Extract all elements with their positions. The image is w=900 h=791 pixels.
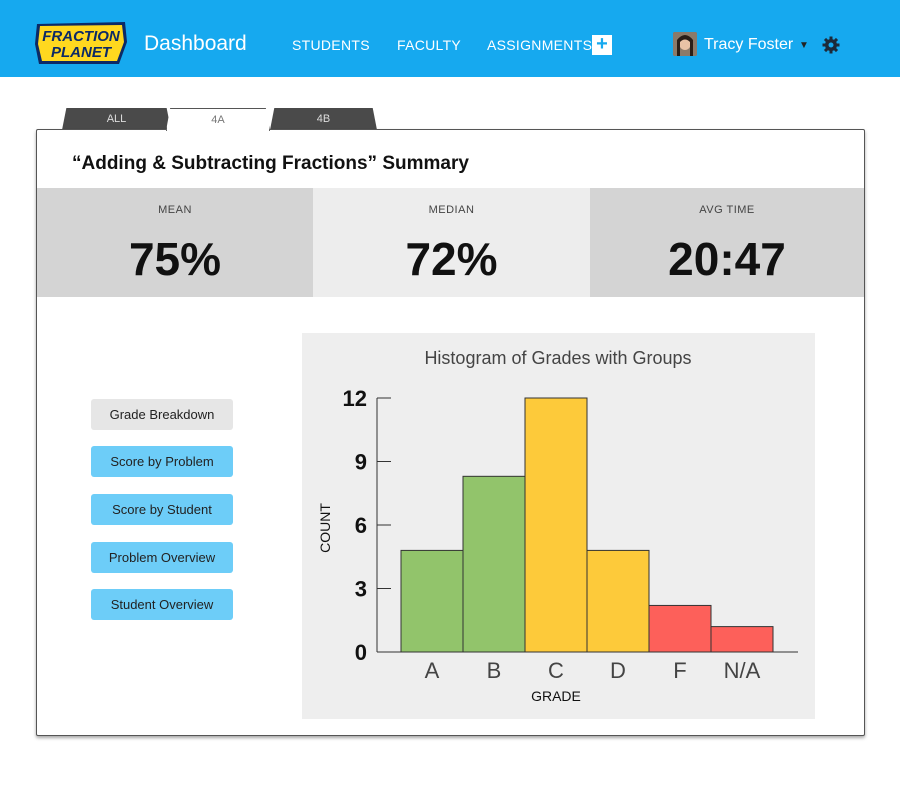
- histogram-bar: [648, 604, 712, 653]
- histogram-bar: [524, 397, 588, 653]
- summary-card: “Adding & Subtracting Fractions” Summary…: [36, 129, 865, 736]
- nav-faculty[interactable]: FACULTY: [397, 37, 461, 53]
- y-tick-label: 6: [355, 513, 367, 538]
- stat-median-value: 72%: [405, 233, 498, 285]
- summary-title: “Adding & Subtracting Fractions” Summary: [72, 153, 469, 174]
- logo-text-line1: FRACTION: [42, 28, 121, 45]
- page-title: Dashboard: [144, 32, 247, 55]
- x-tick-label: N/A: [724, 658, 761, 683]
- top-bar: FRACTION PLANET Dashboard STUDENTS FACUL…: [0, 0, 900, 77]
- caret-down-icon[interactable]: ▼: [799, 40, 809, 51]
- y-axis-label: COUNT: [317, 503, 333, 553]
- grade-breakdown-button[interactable]: Grade Breakdown: [91, 399, 233, 430]
- x-axis-label: GRADE: [531, 688, 581, 704]
- logo-text-line2: PLANET: [51, 44, 113, 61]
- stat-mean-label: MEAN: [158, 204, 192, 216]
- x-tick-label: C: [548, 658, 564, 683]
- problem-overview-button[interactable]: Problem Overview: [91, 542, 233, 573]
- histogram-bar: [586, 549, 650, 653]
- histogram-bar: [462, 475, 526, 653]
- tab-all[interactable]: ALL: [62, 108, 171, 130]
- y-tick-label: 9: [355, 450, 367, 475]
- stat-avg-time: AVG TIME 20:47: [590, 188, 864, 297]
- avatar-image: [673, 32, 697, 56]
- histogram-chart: Histogram of Grades with Groups GRADE CO…: [302, 333, 815, 719]
- stat-avg-time-label: AVG TIME: [699, 204, 755, 216]
- score-by-student-button[interactable]: Score by Student: [91, 494, 233, 525]
- x-tick-label: D: [610, 658, 626, 683]
- y-tick-label: 0: [355, 640, 367, 665]
- stat-median-label: MEDIAN: [428, 204, 475, 216]
- gear-icon[interactable]: [822, 36, 840, 54]
- student-overview-button[interactable]: Student Overview: [91, 589, 233, 620]
- histogram-bar: [710, 626, 774, 653]
- score-by-problem-button[interactable]: Score by Problem: [91, 446, 233, 477]
- stat-mean: MEAN 75%: [37, 188, 313, 297]
- stat-median: MEDIAN 72%: [313, 188, 590, 297]
- tab-4b[interactable]: 4B: [270, 108, 377, 130]
- plus-icon[interactable]: +: [592, 34, 612, 55]
- x-tick-label: A: [425, 658, 440, 683]
- x-tick-label: F: [673, 658, 686, 683]
- tab-4a[interactable]: 4A: [166, 108, 270, 131]
- avatar[interactable]: [673, 32, 697, 56]
- user-name[interactable]: Tracy Foster: [704, 36, 793, 54]
- stat-mean-value: 75%: [128, 233, 222, 285]
- y-tick-label: 12: [343, 386, 367, 411]
- nav-students[interactable]: STUDENTS: [292, 37, 370, 53]
- stat-avg-time-value: 20:47: [668, 233, 786, 285]
- y-tick-label: 3: [355, 577, 367, 602]
- x-tick-label: B: [487, 658, 502, 683]
- fraction-planet-logo[interactable]: FRACTION PLANET: [33, 20, 129, 66]
- histogram-bar: [400, 549, 464, 653]
- chart-title: Histogram of Grades with Groups: [424, 348, 691, 368]
- nav-assignments[interactable]: ASSIGNMENTS: [487, 37, 592, 53]
- histogram-svg: Histogram of Grades with Groups GRADE CO…: [317, 348, 798, 704]
